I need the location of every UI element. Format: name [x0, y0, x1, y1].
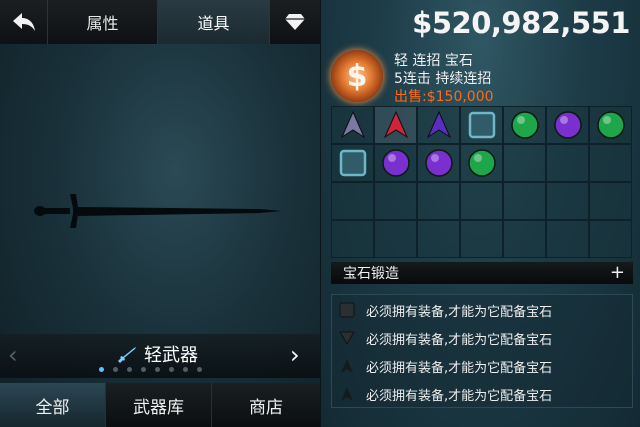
gem-tab-button[interactable]	[270, 0, 320, 44]
gem-slot[interactable]	[546, 144, 589, 182]
gem-slot[interactable]	[331, 220, 374, 258]
gem-slot[interactable]	[546, 220, 589, 258]
gem-inventory-grid	[331, 106, 632, 259]
category-name: 轻武器	[144, 345, 198, 366]
requirement-text: 必须拥有装备,才能为它配备宝石	[366, 332, 553, 348]
page-dot	[127, 367, 132, 372]
gem-slot[interactable]	[546, 182, 589, 220]
gem-slot[interactable]	[417, 182, 460, 220]
gem-slot[interactable]	[503, 144, 546, 182]
gem-slot[interactable]	[374, 182, 417, 220]
gem-slot[interactable]	[460, 144, 503, 182]
gem-slot[interactable]	[417, 144, 460, 182]
gem-panel: $520,982,551 $ 轻 连招 宝石 5连击 持续连招 出售:$150,…	[320, 0, 640, 427]
page-dot	[141, 367, 146, 372]
next-category-chevron-icon[interactable]: ›	[290, 343, 310, 367]
gem-description: 5连击 持续连招	[394, 71, 492, 87]
gem-slot[interactable]	[503, 106, 546, 144]
gem-slot[interactable]	[503, 182, 546, 220]
currency-balance: $520,982,551	[412, 6, 630, 40]
tab-attributes[interactable]: 属性	[48, 0, 158, 44]
square-slot-icon	[338, 301, 356, 319]
round-gem-icon	[467, 149, 496, 177]
top-tab-bar: 属性 道具	[0, 0, 320, 44]
gem-slot[interactable]	[374, 106, 417, 144]
gem-slot[interactable]	[331, 106, 374, 144]
page-dot	[113, 367, 118, 372]
round-gem-icon	[596, 111, 625, 139]
forge-label: 宝石锻造	[343, 266, 399, 282]
requirement-text: 必须拥有装备,才能为它配备宝石	[366, 388, 553, 404]
tab-all[interactable]: 全部	[0, 383, 106, 427]
diamond-icon	[285, 14, 305, 30]
gem-title: 轻 连招 宝石	[394, 53, 473, 69]
round-gem-icon	[553, 111, 582, 139]
requirement-text: 必须拥有装备,才能为它配备宝石	[366, 304, 553, 320]
gem-slot[interactable]	[460, 220, 503, 258]
page-dot	[155, 367, 160, 372]
gem-slot[interactable]	[417, 220, 460, 258]
gem-slot[interactable]	[331, 182, 374, 220]
bottom-tab-bar: 全部 武器库 商店	[0, 383, 320, 427]
category-label: 轻武器	[116, 342, 198, 366]
plus-icon[interactable]: +	[610, 264, 625, 282]
round-gem-icon	[424, 149, 453, 177]
square-gem-icon	[339, 149, 366, 177]
prev-category-chevron-icon[interactable]: ‹	[8, 343, 28, 367]
requirement-row: 必须拥有装备,才能为它配备宝石	[338, 327, 552, 349]
gem-slot[interactable]	[503, 220, 546, 258]
shard-gem-icon	[426, 110, 451, 139]
tab-armory[interactable]: 武器库	[106, 383, 212, 427]
gem-forge-bar[interactable]: 宝石锻造 +	[331, 262, 633, 284]
round-gem-icon	[381, 149, 410, 177]
back-button[interactable]	[0, 0, 48, 44]
gem-slot[interactable]	[546, 106, 589, 144]
equipment-preview-pane: 属性 道具 ‹ 轻武器 › 全部 武器库 商店	[0, 0, 320, 427]
triangle-slot-icon	[338, 329, 356, 347]
requirement-text: 必须拥有装备,才能为它配备宝石	[366, 360, 553, 376]
socket-requirements: 必须拥有装备,才能为它配备宝石 必须拥有装备,才能为它配备宝石 必须拥有装备,才…	[331, 294, 633, 408]
shard-slot-icon	[338, 385, 356, 403]
square-gem-icon	[468, 111, 495, 139]
page-dot	[183, 367, 188, 372]
gem-slot[interactable]	[331, 144, 374, 182]
shard-gem-icon	[340, 110, 365, 139]
requirement-row: 必须拥有装备,才能为它配备宝石	[338, 299, 552, 321]
back-arrow-icon	[12, 13, 35, 31]
gem-slot[interactable]	[589, 220, 632, 258]
page-dot	[197, 367, 202, 372]
gem-symbol: $	[346, 58, 368, 94]
shard-gem-icon	[383, 110, 408, 139]
combo-gem-icon: $	[331, 50, 383, 102]
gem-slot[interactable]	[374, 220, 417, 258]
gem-sell-price: 出售:$150,000	[394, 89, 494, 105]
shard-slot-icon	[338, 357, 356, 375]
gem-slot[interactable]	[589, 106, 632, 144]
round-gem-icon	[510, 111, 539, 139]
gem-slot[interactable]	[460, 106, 503, 144]
tab-shop[interactable]: 商店	[212, 383, 320, 427]
gem-slot[interactable]	[417, 106, 460, 144]
page-dot	[99, 367, 104, 372]
gem-slot[interactable]	[374, 144, 417, 182]
page-dot	[169, 367, 174, 372]
gem-slot[interactable]	[589, 182, 632, 220]
tab-items[interactable]: 道具	[158, 0, 270, 44]
gem-slot[interactable]	[589, 144, 632, 182]
gem-slot[interactable]	[460, 182, 503, 220]
sword-icon	[118, 347, 136, 363]
requirement-row: 必须拥有装备,才能为它配备宝石	[338, 383, 552, 405]
requirement-row: 必须拥有装备,才能为它配备宝石	[338, 355, 552, 377]
page-indicator	[99, 367, 202, 372]
sword-silhouette	[34, 194, 282, 228]
